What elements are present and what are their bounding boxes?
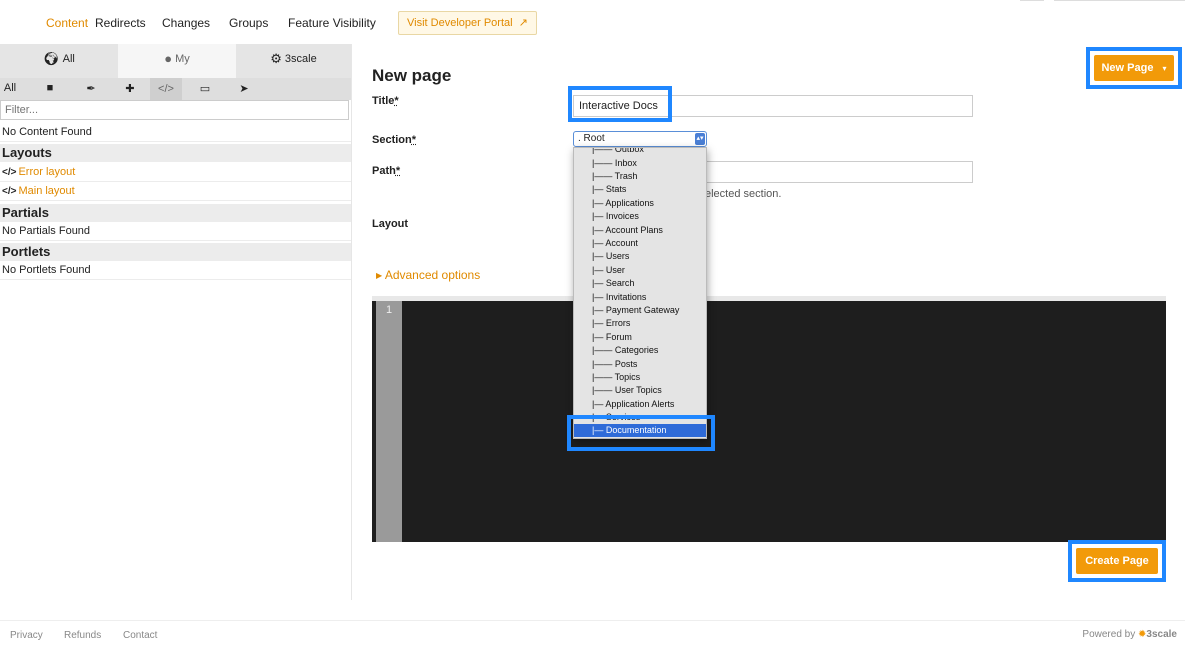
section-select[interactable]: . Root ▴▾ [573, 131, 707, 147]
scope-tab-3scale[interactable]: ⚙ 3scale [236, 44, 351, 78]
nav-content[interactable]: Content [46, 16, 88, 30]
gear-icon: ⚙ [270, 51, 282, 66]
section-select-value: . Root [578, 133, 605, 144]
scope-label: All [62, 53, 75, 65]
type-filter-row: All ■ ✒ ✚ </> ▭ ➤ [0, 78, 351, 100]
highlight-title [568, 86, 672, 122]
section-option[interactable]: |—— Inbox [574, 157, 706, 170]
layout-item-error[interactable]: </> Error layout [0, 162, 351, 182]
highlight-documentation [567, 415, 715, 451]
user-icon: ● [164, 51, 173, 66]
layout-item-main[interactable]: </> Main layout [0, 181, 351, 201]
section-option[interactable]: |—— Outbox [574, 148, 706, 156]
layout-link[interactable]: Main layout [18, 185, 74, 197]
chevron-updown-icon: ▴▾ [695, 133, 705, 145]
section-option[interactable]: |— User [574, 264, 706, 277]
nav-feature-visibility[interactable]: Feature Visibility [288, 16, 376, 30]
editor-toolbar [372, 296, 1166, 301]
section-option[interactable]: |— Stats [574, 183, 706, 196]
create-page-button[interactable]: Create Page [1076, 548, 1158, 574]
new-page-button[interactable]: New Page ▾ [1094, 55, 1174, 81]
section-option[interactable]: |—— Posts [574, 358, 706, 371]
divider [1020, 0, 1044, 1]
scope-label: My [175, 53, 190, 65]
section-option[interactable]: |—— Categories [574, 344, 706, 357]
filter-input[interactable] [0, 100, 349, 120]
layout-label: Layout [372, 218, 409, 230]
caret-right-icon: ▶ [376, 271, 383, 280]
section-option[interactable]: |— Application Alerts [574, 398, 706, 411]
page-title: New page [372, 66, 452, 85]
section-option[interactable]: |— Search [574, 277, 706, 290]
puzzle-icon[interactable]: ✚ [120, 82, 140, 95]
section-option[interactable]: |—— Trash [574, 170, 706, 183]
dev-portal-label: Visit Developer Portal [407, 17, 513, 29]
attachment-icon[interactable]: ✒ [81, 82, 101, 95]
code-icon: </> [2, 167, 17, 178]
section-option[interactable]: |— Forum [574, 331, 706, 344]
page-icon[interactable]: ■ [40, 82, 60, 94]
nav-changes[interactable]: Changes [162, 16, 210, 30]
partials-heading: Partials [0, 204, 351, 222]
footer: Privacy Refunds Contact Powered by ✹3sca… [0, 620, 1185, 645]
section-option[interactable]: |— Applications [574, 197, 706, 210]
code-icon: </> [2, 186, 17, 197]
folder-icon[interactable]: ▭ [195, 82, 215, 95]
caret-down-icon[interactable]: ▾ [1163, 64, 1167, 73]
section-label: Section* [372, 134, 417, 146]
portlets-heading: Portlets [0, 243, 351, 261]
title-label: Title* [372, 95, 399, 107]
section-option[interactable]: |—— User Topics [574, 384, 706, 397]
no-partials-text: No Partials Found [0, 221, 351, 241]
line-gutter: 1 [376, 301, 402, 542]
refunds-link[interactable]: Refunds [64, 630, 101, 641]
code-icon[interactable]: </> [150, 78, 182, 100]
section-option[interactable]: |—— Topics [574, 371, 706, 384]
section-option[interactable]: |— Invoices [574, 210, 706, 223]
advanced-label: Advanced options [384, 268, 481, 282]
code-editor[interactable]: 1 [372, 296, 1166, 542]
section-option[interactable]: |— Invitations [574, 291, 706, 304]
scope-tab-all[interactable]: 🌍︎ All [0, 44, 118, 78]
powered-by: Powered by ✹3scale [1082, 629, 1177, 640]
visit-developer-portal-link[interactable]: Visit Developer Portal ↗ [398, 11, 537, 35]
layouts-heading: Layouts [0, 144, 351, 162]
main-panel: New page Title* Interactive Docs Section… [352, 44, 1185, 600]
scope-tabs: 🌍︎ All ● My ⚙ 3scale [0, 44, 351, 78]
divider [1054, 0, 1185, 1]
nav-groups[interactable]: Groups [229, 16, 268, 30]
type-all[interactable]: All [0, 82, 20, 94]
advanced-options-toggle[interactable]: ▶ Advanced options [376, 268, 480, 282]
section-option[interactable]: |— Payment Gateway [574, 304, 706, 317]
contact-link[interactable]: Contact [123, 630, 157, 641]
section-dropdown: |—— Outbox |—— Inbox |—— Trash |— Stats … [573, 147, 707, 439]
section-option[interactable]: |— Account [574, 237, 706, 250]
section-option[interactable]: |— Account Plans [574, 224, 706, 237]
path-label: Path* [372, 165, 401, 177]
new-page-label: New Page [1101, 62, 1154, 74]
top-nav: Content Redirects Changes Groups Feature… [0, 0, 1185, 44]
external-link-icon: ↗ [518, 17, 528, 29]
nav-redirects[interactable]: Redirects [95, 16, 146, 30]
section-option[interactable]: |— Users [574, 250, 706, 263]
layout-link[interactable]: Error layout [18, 166, 75, 178]
section-option[interactable]: |— Errors [574, 317, 706, 330]
path-hint: elected section. [705, 188, 782, 200]
scope-label: 3scale [284, 53, 317, 65]
globe-icon: 🌍︎ [43, 51, 60, 66]
rocket-icon[interactable]: ➤ [234, 82, 254, 95]
no-portlets-text: No Portlets Found [0, 260, 351, 280]
privacy-link[interactable]: Privacy [10, 630, 43, 641]
scope-tab-my[interactable]: ● My [118, 44, 236, 78]
sidebar: 🌍︎All ●My ⚙3scale All ■ ✒ ✚ </> ▭ ➤ No C… [0, 44, 352, 600]
no-content-text: No Content Found [0, 122, 351, 142]
